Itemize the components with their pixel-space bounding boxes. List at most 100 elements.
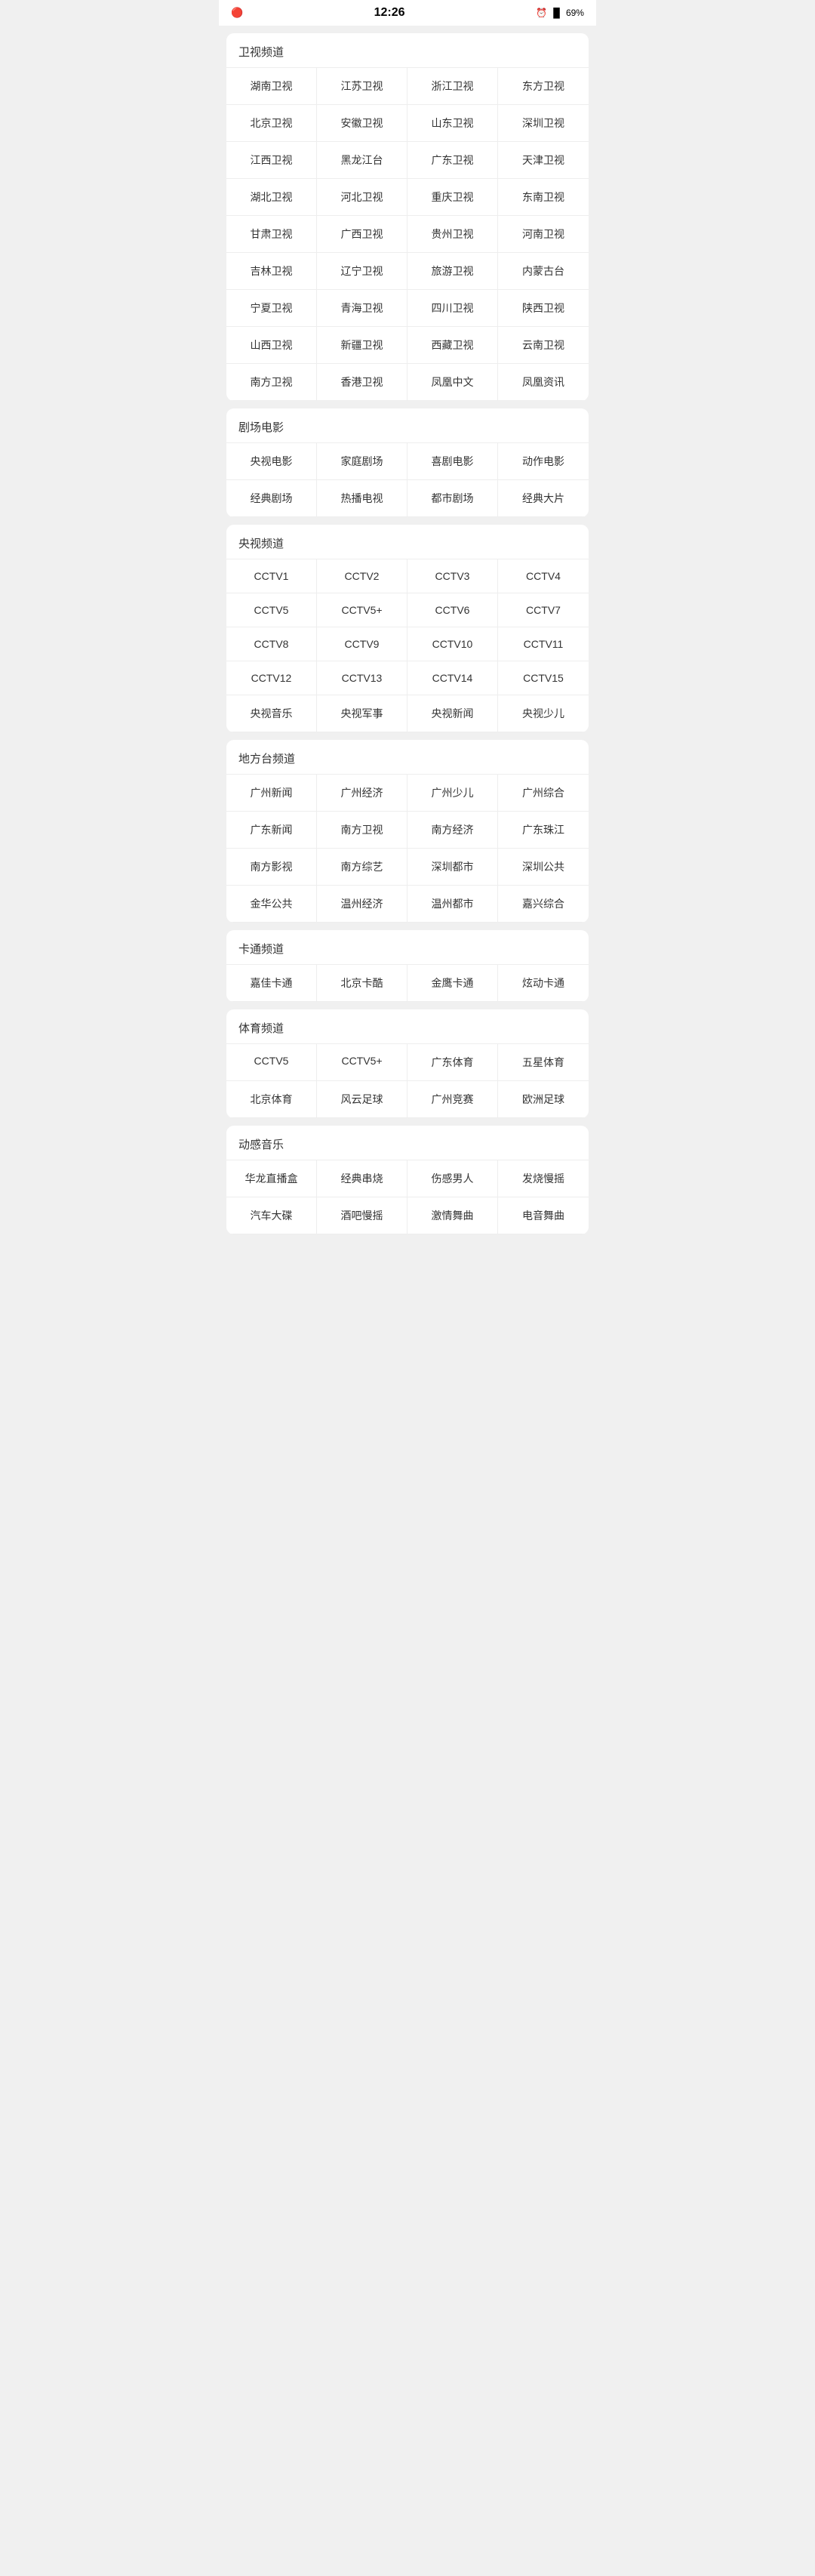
channel-cell[interactable]: 湖南卫视: [226, 68, 317, 105]
channel-cell[interactable]: CCTV2: [317, 559, 408, 593]
channel-cell[interactable]: 深圳公共: [498, 849, 589, 886]
channel-cell[interactable]: 汽车大碟: [226, 1197, 317, 1234]
channel-cell[interactable]: 新疆卫视: [317, 327, 408, 364]
channel-cell[interactable]: 广东新闻: [226, 812, 317, 849]
channel-cell[interactable]: CCTV8: [226, 627, 317, 661]
channel-cell[interactable]: 广州经济: [317, 775, 408, 812]
channel-cell[interactable]: 内蒙古台: [498, 253, 589, 290]
channel-cell[interactable]: 湖北卫视: [226, 179, 317, 216]
channel-cell[interactable]: 风云足球: [317, 1081, 408, 1118]
channel-cell[interactable]: 广西卫视: [317, 216, 408, 253]
channel-cell[interactable]: 央视新闻: [408, 695, 498, 732]
channel-cell[interactable]: 南方影视: [226, 849, 317, 886]
channel-cell[interactable]: CCTV13: [317, 661, 408, 695]
channel-cell[interactable]: 青海卫视: [317, 290, 408, 327]
channel-cell[interactable]: 央视音乐: [226, 695, 317, 732]
channel-cell[interactable]: 旅游卫视: [408, 253, 498, 290]
channel-cell[interactable]: CCTV12: [226, 661, 317, 695]
channel-cell[interactable]: CCTV4: [498, 559, 589, 593]
channel-cell[interactable]: 广州新闻: [226, 775, 317, 812]
channel-cell[interactable]: 嘉兴综合: [498, 886, 589, 923]
channel-cell[interactable]: 广东珠江: [498, 812, 589, 849]
channel-cell[interactable]: 华龙直播盒: [226, 1160, 317, 1197]
channel-cell[interactable]: CCTV7: [498, 593, 589, 627]
channel-cell[interactable]: 山西卫视: [226, 327, 317, 364]
channel-cell[interactable]: 伤感男人: [408, 1160, 498, 1197]
channel-cell[interactable]: 北京体育: [226, 1081, 317, 1118]
channel-cell[interactable]: CCTV5+: [317, 1044, 408, 1081]
channel-cell[interactable]: 动作电影: [498, 443, 589, 480]
channel-cell[interactable]: 重庆卫视: [408, 179, 498, 216]
channel-cell[interactable]: 江苏卫视: [317, 68, 408, 105]
channel-cell[interactable]: 央视军事: [317, 695, 408, 732]
channel-cell[interactable]: 炫动卡通: [498, 965, 589, 1002]
channel-cell[interactable]: 温州都市: [408, 886, 498, 923]
channel-cell[interactable]: 热播电视: [317, 480, 408, 517]
channel-cell[interactable]: CCTV11: [498, 627, 589, 661]
channel-cell[interactable]: 东方卫视: [498, 68, 589, 105]
channel-cell[interactable]: CCTV5: [226, 1044, 317, 1081]
channel-cell[interactable]: 五星体育: [498, 1044, 589, 1081]
channel-cell[interactable]: 经典大片: [498, 480, 589, 517]
channel-cell[interactable]: 广州少儿: [408, 775, 498, 812]
channel-cell[interactable]: 央视电影: [226, 443, 317, 480]
channel-cell[interactable]: 安徽卫视: [317, 105, 408, 142]
channel-cell[interactable]: 发烧慢摇: [498, 1160, 589, 1197]
channel-cell[interactable]: 陕西卫视: [498, 290, 589, 327]
channel-cell[interactable]: 凤凰中文: [408, 364, 498, 401]
channel-cell[interactable]: CCTV9: [317, 627, 408, 661]
channel-cell[interactable]: 欧洲足球: [498, 1081, 589, 1118]
channel-cell[interactable]: CCTV1: [226, 559, 317, 593]
channel-cell[interactable]: 云南卫视: [498, 327, 589, 364]
channel-cell[interactable]: 辽宁卫视: [317, 253, 408, 290]
channel-cell[interactable]: 广州竞赛: [408, 1081, 498, 1118]
channel-cell[interactable]: 喜剧电影: [408, 443, 498, 480]
channel-cell[interactable]: 嘉佳卡通: [226, 965, 317, 1002]
channel-cell[interactable]: 甘肃卫视: [226, 216, 317, 253]
channel-cell[interactable]: 金鹰卡通: [408, 965, 498, 1002]
channel-cell[interactable]: 深圳都市: [408, 849, 498, 886]
channel-cell[interactable]: 激情舞曲: [408, 1197, 498, 1234]
channel-cell[interactable]: 江西卫视: [226, 142, 317, 179]
channel-cell[interactable]: 西藏卫视: [408, 327, 498, 364]
channel-cell[interactable]: 浙江卫视: [408, 68, 498, 105]
channel-cell[interactable]: CCTV15: [498, 661, 589, 695]
channel-cell[interactable]: 南方卫视: [317, 812, 408, 849]
channel-cell[interactable]: 河南卫视: [498, 216, 589, 253]
channel-cell[interactable]: 南方经济: [408, 812, 498, 849]
channel-cell[interactable]: 贵州卫视: [408, 216, 498, 253]
channel-cell[interactable]: 南方综艺: [317, 849, 408, 886]
channel-cell[interactable]: CCTV6: [408, 593, 498, 627]
channel-cell[interactable]: 酒吧慢摇: [317, 1197, 408, 1234]
channel-cell[interactable]: 南方卫视: [226, 364, 317, 401]
channel-cell[interactable]: 电音舞曲: [498, 1197, 589, 1234]
channel-cell[interactable]: 广东卫视: [408, 142, 498, 179]
channel-cell[interactable]: CCTV14: [408, 661, 498, 695]
channel-cell[interactable]: 经典串烧: [317, 1160, 408, 1197]
channel-cell[interactable]: 家庭剧场: [317, 443, 408, 480]
channel-cell[interactable]: 吉林卫视: [226, 253, 317, 290]
channel-cell[interactable]: 都市剧场: [408, 480, 498, 517]
channel-cell[interactable]: 广州综合: [498, 775, 589, 812]
channel-cell[interactable]: CCTV5: [226, 593, 317, 627]
channel-cell[interactable]: CCTV3: [408, 559, 498, 593]
channel-cell[interactable]: 金华公共: [226, 886, 317, 923]
channel-cell[interactable]: 经典剧场: [226, 480, 317, 517]
channel-cell[interactable]: 河北卫视: [317, 179, 408, 216]
channel-cell[interactable]: 凤凰资讯: [498, 364, 589, 401]
channel-cell[interactable]: 黑龙江台: [317, 142, 408, 179]
channel-cell[interactable]: CCTV10: [408, 627, 498, 661]
channel-cell[interactable]: CCTV5+: [317, 593, 408, 627]
channel-cell[interactable]: 北京卫视: [226, 105, 317, 142]
channel-cell[interactable]: 央视少儿: [498, 695, 589, 732]
channel-cell[interactable]: 山东卫视: [408, 105, 498, 142]
channel-cell[interactable]: 香港卫视: [317, 364, 408, 401]
channel-cell[interactable]: 北京卡酷: [317, 965, 408, 1002]
channel-cell[interactable]: 广东体育: [408, 1044, 498, 1081]
channel-cell[interactable]: 宁夏卫视: [226, 290, 317, 327]
channel-cell[interactable]: 天津卫视: [498, 142, 589, 179]
channel-cell[interactable]: 温州经济: [317, 886, 408, 923]
channel-cell[interactable]: 深圳卫视: [498, 105, 589, 142]
channel-cell[interactable]: 四川卫视: [408, 290, 498, 327]
channel-cell[interactable]: 东南卫视: [498, 179, 589, 216]
